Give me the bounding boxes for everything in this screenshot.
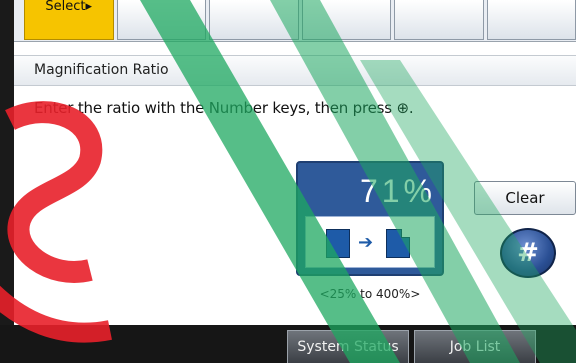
- clear-button[interactable]: Clear: [474, 181, 576, 215]
- panel-title: Magnification Ratio: [34, 62, 169, 78]
- hash-key-icon: #: [500, 228, 556, 278]
- arrow-right-icon: ➔: [358, 232, 374, 253]
- tab-5[interactable]: [394, 0, 484, 40]
- tab-strip: Select▸: [14, 0, 576, 42]
- tab-2[interactable]: [116, 0, 206, 40]
- system-status-button[interactable]: System Status: [287, 330, 409, 363]
- tab-select-label: Select▸: [45, 0, 93, 14]
- tab-select[interactable]: Select▸: [24, 0, 114, 40]
- tab-4[interactable]: [301, 0, 391, 40]
- range-note: <25% to 400%>: [319, 287, 421, 301]
- job-list-button[interactable]: Job List: [414, 330, 536, 363]
- instruction-text: Enter the ratio with the Number keys, th…: [34, 99, 414, 117]
- ratio-value: 71%: [359, 173, 436, 209]
- tab-6[interactable]: [486, 0, 576, 40]
- left-frame: [0, 0, 14, 363]
- original-paper-icon: [326, 229, 350, 258]
- reduced-paper-icon: [386, 229, 410, 258]
- tab-3[interactable]: [209, 0, 299, 40]
